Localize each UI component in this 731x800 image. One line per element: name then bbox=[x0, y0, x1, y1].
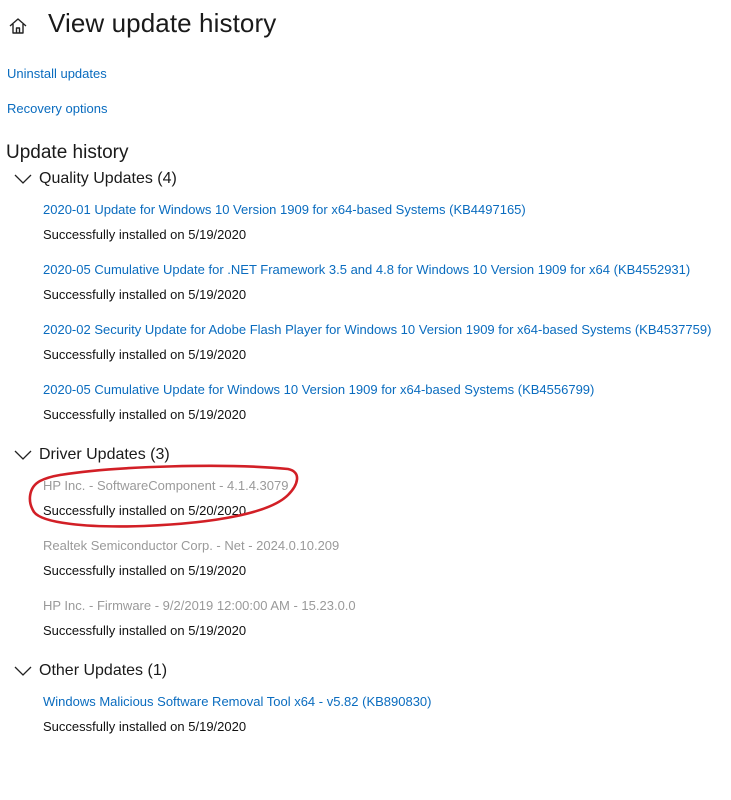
update-status: Successfully installed on 5/19/2020 bbox=[43, 227, 247, 242]
update-status: Successfully installed on 5/19/2020 bbox=[43, 623, 247, 638]
update-title-link[interactable]: 2020-05 Cumulative Update for .NET Frame… bbox=[43, 262, 690, 277]
group-other-updates[interactable]: Other Updates (1) bbox=[14, 662, 167, 680]
update-status: Successfully installed on 5/19/2020 bbox=[43, 347, 247, 362]
update-title-link[interactable]: 2020-01 Update for Windows 10 Version 19… bbox=[43, 202, 526, 217]
uninstall-updates-link[interactable]: Uninstall updates bbox=[7, 66, 107, 81]
update-status: Successfully installed on 5/20/2020 bbox=[43, 503, 247, 518]
update-title: Realtek Semiconductor Corp. - Net - 2024… bbox=[43, 538, 340, 553]
chevron-down-icon bbox=[14, 174, 32, 184]
section-title: Update history bbox=[6, 142, 129, 163]
page-header: View update history bbox=[8, 8, 276, 39]
group-label: Quality Updates (4) bbox=[39, 170, 177, 187]
page-title: View update history bbox=[48, 8, 277, 38]
update-title-link[interactable]: 2020-05 Cumulative Update for Windows 10… bbox=[43, 382, 594, 397]
update-title-link[interactable]: 2020-02 Security Update for Adobe Flash … bbox=[43, 322, 711, 337]
group-quality-updates[interactable]: Quality Updates (4) bbox=[14, 170, 177, 188]
update-status: Successfully installed on 5/19/2020 bbox=[43, 407, 247, 422]
update-title-link[interactable]: Windows Malicious Software Removal Tool … bbox=[43, 694, 432, 709]
group-driver-updates[interactable]: Driver Updates (3) bbox=[14, 446, 170, 464]
update-status: Successfully installed on 5/19/2020 bbox=[43, 563, 247, 578]
group-label: Driver Updates (3) bbox=[39, 446, 170, 463]
annotation-circle bbox=[28, 464, 299, 528]
update-status: Successfully installed on 5/19/2020 bbox=[43, 287, 247, 302]
chevron-down-icon bbox=[14, 450, 32, 460]
update-status: Successfully installed on 5/19/2020 bbox=[43, 719, 247, 734]
group-label: Other Updates (1) bbox=[39, 662, 168, 679]
update-title: HP Inc. - SoftwareComponent - 4.1.4.3079 bbox=[43, 478, 289, 493]
recovery-options-link[interactable]: Recovery options bbox=[7, 101, 107, 116]
home-icon[interactable] bbox=[8, 16, 28, 36]
update-title: HP Inc. - Firmware - 9/2/2019 12:00:00 A… bbox=[43, 598, 356, 613]
chevron-down-icon bbox=[14, 666, 32, 676]
